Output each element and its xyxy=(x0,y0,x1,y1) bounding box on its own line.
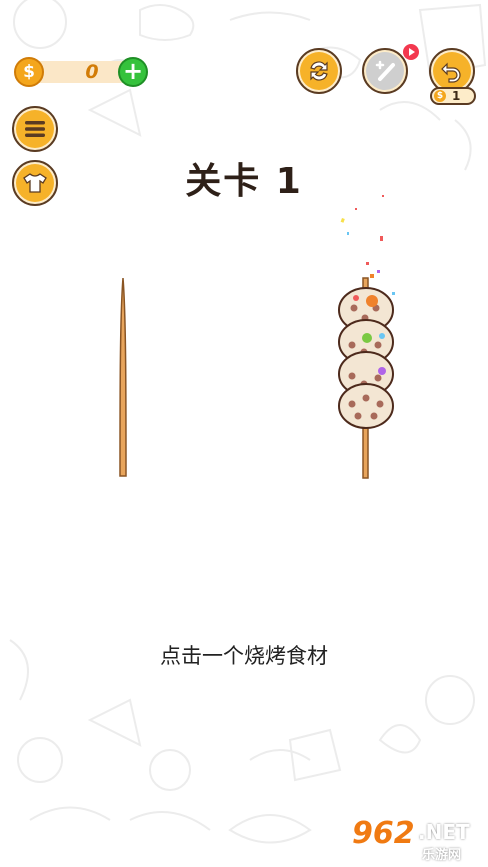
coin-count: 0 xyxy=(85,61,99,83)
coin-icon: $ xyxy=(14,57,44,87)
menu-button[interactable] xyxy=(12,106,58,152)
refresh-icon xyxy=(310,61,328,81)
background-doodles xyxy=(9,0,487,844)
lotus-slice-4[interactable] xyxy=(338,383,394,429)
coin-counter: $ 0 + xyxy=(14,57,148,87)
empty-skewer[interactable] xyxy=(115,276,131,480)
menu-icon xyxy=(25,121,45,137)
site-watermark: 962 .NET 乐游网 xyxy=(352,816,482,863)
undo-icon xyxy=(441,62,461,83)
video-badge-icon xyxy=(403,44,419,60)
loaded-skewer[interactable] xyxy=(330,190,410,482)
hint-button[interactable] xyxy=(362,48,408,94)
restart-button[interactable] xyxy=(296,48,342,94)
undo-cost-value: 1 xyxy=(452,89,461,103)
magic-wand-icon xyxy=(375,60,395,81)
add-coins-button[interactable]: + xyxy=(118,57,148,87)
watermark-sub: 乐游网 xyxy=(422,848,462,863)
watermark-main: 962 xyxy=(352,816,415,851)
level-title: 关卡 1 xyxy=(185,161,303,202)
food-pieces xyxy=(338,287,394,429)
coin-icon: $ xyxy=(434,90,446,102)
undo-cost: $ 1 xyxy=(430,87,476,105)
watermark-net: .NET xyxy=(418,820,470,844)
instruction-text: 点击一个烧烤食材 xyxy=(160,644,328,668)
